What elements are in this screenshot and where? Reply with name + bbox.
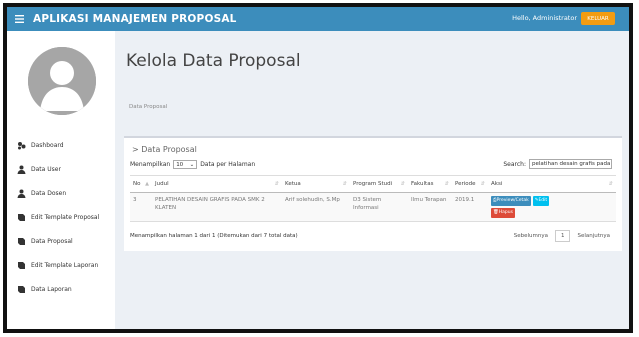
- entries-value: 10: [176, 161, 184, 168]
- sort-icon: ⇵: [274, 181, 279, 187]
- proposal-table: No ▲ Judul ⇵ Ketua ⇵ Program Studi ⇵ Fakulta…: [130, 175, 616, 222]
- column-header-program-studi[interactable]: Program Studi ⇵: [350, 175, 408, 193]
- pagination-page-current[interactable]: 1: [554, 230, 571, 242]
- entries-control: Menampilkan 10 ⌄ Data per Halaman: [130, 160, 255, 169]
- sidebar-item-data-user[interactable]: Data User: [7, 157, 115, 181]
- column-header-aksi[interactable]: Aksi ⇵: [488, 175, 616, 193]
- search-control: Search: pelatihan desain grafis pada: [503, 159, 612, 169]
- sort-icon: ⇵: [480, 181, 485, 187]
- column-header-periode[interactable]: Periode ⇵: [452, 175, 488, 193]
- sidebar-item-label: Data Dosen: [31, 189, 67, 197]
- column-header-fakultas[interactable]: Fakultas ⇵: [408, 175, 452, 193]
- app-title: APLIKASI MANAJEMEN PROPOSAL: [33, 13, 237, 25]
- sidebar-item-data-laporan[interactable]: Data Laporan: [7, 277, 115, 301]
- logout-button[interactable]: KELUAR: [581, 12, 615, 25]
- user-avatar-icon: [28, 47, 96, 115]
- chevron-down-icon: ⌄: [189, 161, 195, 168]
- table-row: 3 PELATIHAN DESAIN GRAFIS PADA SMK 2 KLA…: [130, 192, 616, 222]
- pagination-next[interactable]: Selanjutnya: [573, 231, 614, 241]
- sidebar-item-data-dosen[interactable]: Data Dosen: [7, 181, 115, 205]
- sidebar-item-edit-template-proposal[interactable]: Edit Template Proposal: [7, 205, 115, 229]
- user-icon: [17, 165, 26, 174]
- entries-suffix: Data per Halaman: [200, 161, 256, 168]
- sort-icon: ⇵: [400, 181, 405, 187]
- sidebar-item-label: Edit Template Laporan: [31, 261, 99, 269]
- top-navbar: APLIKASI MANAJEMEN PROPOSAL Hello, Admin…: [7, 7, 629, 31]
- pagination: Sebelumnya 1 Selanjutnya: [510, 230, 614, 242]
- main-content: Kelola Data Proposal Data Proposal > Dat…: [115, 31, 629, 329]
- delete-button[interactable]: 🗑Hapus: [491, 208, 515, 218]
- column-header-judul[interactable]: Judul ⇵: [152, 175, 282, 193]
- sort-icon: ⇵: [342, 181, 347, 187]
- app-window: APLIKASI MANAJEMEN PROPOSAL Hello, Admin…: [3, 3, 633, 333]
- entries-prefix: Menampilkan: [130, 161, 171, 168]
- entries-select[interactable]: 10 ⌄: [173, 160, 198, 169]
- search-input[interactable]: pelatihan desain grafis pada: [529, 159, 612, 169]
- menu-toggle-icon[interactable]: [11, 7, 27, 31]
- breadcrumb[interactable]: Data Proposal: [129, 104, 167, 110]
- column-header-no[interactable]: No ▲: [130, 175, 152, 193]
- sidebar: Dashboard Data User Data Dosen Edit Temp…: [7, 31, 115, 329]
- cell-judul: PELATIHAN DESAIN GRAFIS PADA SMK 2 KLATE…: [152, 192, 282, 222]
- table-info: Menampilkan halaman 1 dari 1 (Ditemukan …: [130, 233, 298, 239]
- search-label: Search:: [503, 160, 526, 168]
- avatar: [28, 47, 96, 115]
- cell-fakultas: Ilmu Terapan: [408, 192, 452, 222]
- book-icon: [17, 213, 26, 222]
- table-header-row: No ▲ Judul ⇵ Ketua ⇵ Program Studi ⇵ Fakulta…: [130, 175, 616, 193]
- book-icon: [17, 237, 26, 246]
- sort-icon: ▲: [145, 181, 149, 187]
- sidebar-item-label: Data User: [31, 165, 61, 173]
- page-title: Kelola Data Proposal: [126, 51, 301, 71]
- sort-icon: ⇵: [444, 181, 449, 187]
- sidebar-item-label: Data Proposal: [31, 237, 73, 245]
- cell-periode: 2019.1: [452, 192, 488, 222]
- sidebar-item-data-proposal[interactable]: Data Proposal: [7, 229, 115, 253]
- preview-print-button[interactable]: ⎙Preview/Cetak: [491, 196, 531, 206]
- sidebar-item-label: Data Laporan: [31, 285, 72, 293]
- sort-icon: ⇵: [608, 181, 613, 187]
- sidebar-item-label: Dashboard: [31, 141, 64, 149]
- sidebar-item-edit-template-laporan[interactable]: Edit Template Laporan: [7, 253, 115, 277]
- sidebar-item-label: Edit Template Proposal: [31, 213, 100, 221]
- proposal-box: > Data Proposal Menampilkan 10 ⌄ Data pe…: [124, 136, 622, 251]
- pagination-prev[interactable]: Sebelumnya: [510, 231, 552, 241]
- sidebar-nav: Dashboard Data User Data Dosen Edit Temp…: [7, 133, 115, 301]
- cell-program-studi: D3 Sistem Informasi: [350, 192, 408, 222]
- cell-no: 3: [130, 192, 152, 222]
- column-header-ketua[interactable]: Ketua ⇵: [282, 175, 350, 193]
- cell-aksi: ⎙Preview/Cetak ✎Edit 🗑Hapus: [488, 192, 616, 222]
- sidebar-item-dashboard[interactable]: Dashboard: [7, 133, 115, 157]
- user-greeting[interactable]: Hello, Administrator: [512, 14, 577, 22]
- dashboard-icon: [17, 141, 26, 150]
- edit-button[interactable]: ✎Edit: [532, 196, 550, 206]
- box-title: > Data Proposal: [132, 145, 197, 154]
- cell-ketua: Arif solehudin, S.Mp: [282, 192, 350, 222]
- user-icon: [17, 189, 26, 198]
- book-icon: [17, 285, 26, 294]
- book-icon: [17, 261, 26, 270]
